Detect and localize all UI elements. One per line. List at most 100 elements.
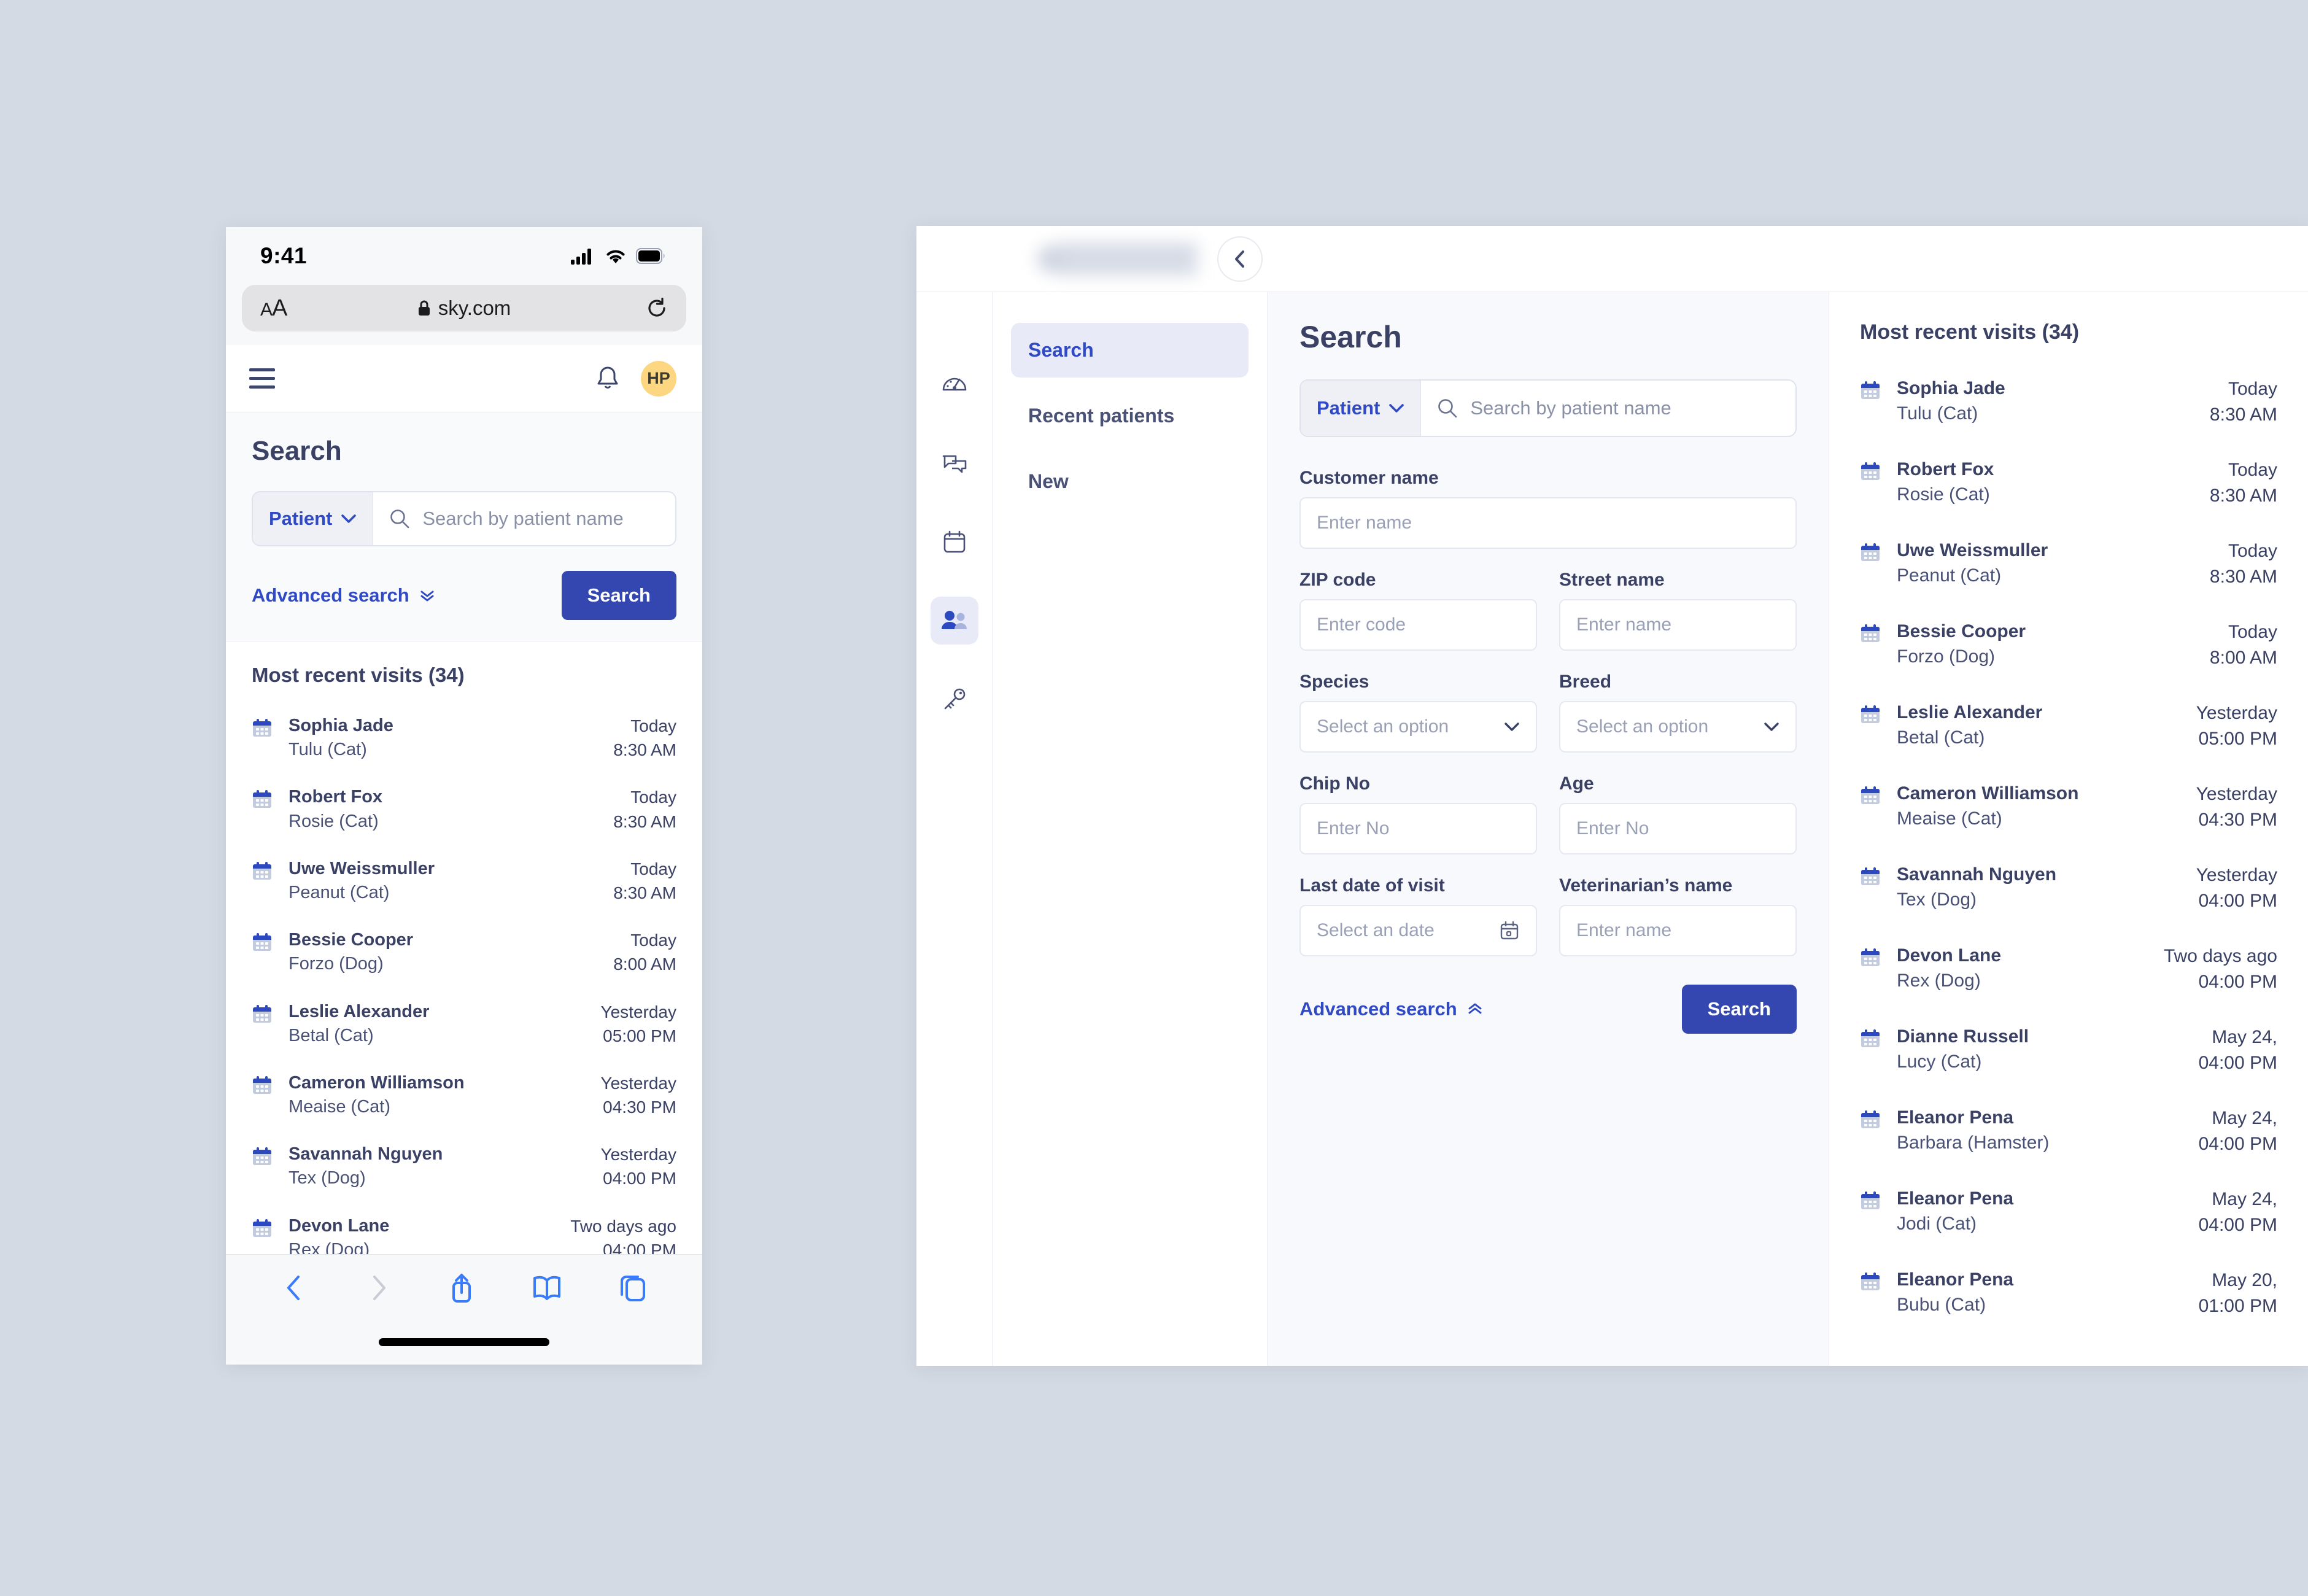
visit-row[interactable]: Devon Lane Rex (Dog) Two days ago 04:00 PM bbox=[1860, 932, 2277, 1013]
field-customer-name: Customer name Enter name bbox=[1299, 468, 1797, 549]
visit-row[interactable]: Leslie Alexander Betal (Cat) Yesterday 05:0… bbox=[1860, 689, 2277, 770]
visit-row[interactable]: Bessie Cooper Forzo (Dog) Today 8:00 AM bbox=[1860, 608, 2277, 689]
visit-row[interactable]: Bessie Cooper Forzo (Dog) Today 8:00 AM bbox=[252, 920, 676, 991]
tabs-icon[interactable] bbox=[618, 1272, 648, 1304]
visit-owner-name: Eleanor Pena bbox=[1897, 1107, 2014, 1128]
search-type-label: Patient bbox=[1317, 397, 1381, 419]
calendar-icon bbox=[1861, 786, 1880, 804]
desktop-header bbox=[916, 226, 2308, 292]
visit-pet-name: Betal (Cat) bbox=[288, 1025, 374, 1045]
desktop-body: Search Recent patients New Search Patien… bbox=[916, 292, 2308, 1366]
visit-row[interactable]: Dianne Russell Lucy (Cat) May 24, 04:00 PM bbox=[1860, 1013, 2277, 1094]
visit-time: 8:30 AM bbox=[613, 883, 676, 902]
search-input[interactable]: Search by patient name bbox=[1421, 381, 1795, 436]
notification-bell-icon[interactable] bbox=[594, 365, 621, 393]
chevron-left-icon[interactable] bbox=[281, 1272, 309, 1304]
field-label: Veterinarian’s name bbox=[1559, 875, 1733, 896]
search-type-dropdown[interactable]: Patient bbox=[1301, 381, 1422, 436]
visit-timestamp: May 24, 04:00 PM bbox=[2199, 1187, 2277, 1238]
mobile-browser-chrome: AA sky.com bbox=[226, 285, 702, 345]
visit-day: Yesterday bbox=[2196, 784, 2277, 804]
field-label: Customer name bbox=[1299, 468, 1439, 488]
search-button[interactable]: Search bbox=[561, 571, 676, 620]
visit-time: 04:00 PM bbox=[603, 1169, 676, 1188]
field-label: Age bbox=[1559, 773, 1594, 794]
visit-pet-name: Tulu (Cat) bbox=[288, 740, 367, 760]
visit-details: Eleanor Pena Bubu (Cat) bbox=[1897, 1268, 2183, 1317]
visit-pet-name: Lucy (Cat) bbox=[1897, 1051, 1982, 1072]
breed-select[interactable]: Select an option bbox=[1559, 701, 1797, 753]
desktop-app-window: Search Recent patients New Search Patien… bbox=[916, 226, 2308, 1366]
visit-details: Cameron Williamson Meaise (Cat) bbox=[288, 1071, 585, 1119]
visit-row[interactable]: Cameron Williamson Meaise (Cat) Yesterday 0… bbox=[252, 1063, 676, 1134]
visit-row[interactable]: Sophia Jade Tulu (Cat) Today 8:30 AM bbox=[1860, 365, 2277, 446]
calendar-icon bbox=[253, 719, 271, 737]
search-type-dropdown[interactable]: Patient bbox=[253, 492, 374, 545]
calendar-icon bbox=[1860, 619, 1881, 644]
veterinarian-name-input[interactable]: Enter name bbox=[1559, 905, 1797, 956]
address-bar[interactable]: AA sky.com bbox=[242, 285, 686, 331]
mobile-status-bar: 9:41 bbox=[226, 227, 702, 285]
zip-code-input[interactable]: Enter code bbox=[1299, 599, 1537, 651]
visit-row[interactable]: Sophia Jade Tulu (Cat) Today 8:30 AM bbox=[252, 705, 676, 777]
visit-row[interactable]: Robert Fox Rosie (Cat) Today 8:30 AM bbox=[252, 777, 676, 848]
visit-pet-name: Tex (Dog) bbox=[1897, 889, 1977, 910]
avatar[interactable]: HP bbox=[641, 360, 676, 397]
calendar-icon bbox=[1861, 1110, 1880, 1128]
visit-day: Yesterday bbox=[600, 1002, 677, 1021]
advanced-search-toggle[interactable]: Advanced search bbox=[252, 584, 435, 606]
visit-row[interactable]: Robert Fox Rosie (Cat) Today 8:30 AM bbox=[1860, 446, 2277, 527]
visit-day: Today bbox=[630, 931, 676, 950]
back-button[interactable] bbox=[1217, 236, 1263, 282]
visit-time: 04:30 PM bbox=[2198, 810, 2277, 830]
rail-item-calendar[interactable] bbox=[931, 518, 978, 566]
lock-icon bbox=[417, 300, 431, 317]
visit-time: 04:00 PM bbox=[2198, 1134, 2277, 1154]
visit-row[interactable]: Eleanor Pena Barbara (Hamster) May 24, 04:0… bbox=[1860, 1094, 2277, 1176]
visit-row[interactable]: Leslie Alexander Betal (Cat) Yesterday 05:0… bbox=[252, 991, 676, 1063]
calendar-icon bbox=[252, 1000, 273, 1025]
book-icon[interactable] bbox=[531, 1273, 563, 1303]
subnav-item-recent-patients[interactable]: Recent patients bbox=[1011, 389, 1249, 443]
chip-no-input[interactable]: Enter No bbox=[1299, 803, 1537, 854]
visit-day: May 24, bbox=[2212, 1108, 2277, 1128]
visit-row[interactable]: Uwe Weissmuller Peanut (Cat) Today 8:30 AM bbox=[252, 848, 676, 920]
visit-row[interactable]: Eleanor Pena Bubu (Cat) May 20, 01:00 PM bbox=[1860, 1257, 2277, 1338]
customer-name-input[interactable]: Enter name bbox=[1299, 497, 1797, 549]
field-row-visit-vet: Last date of visit Select an date Veteri… bbox=[1299, 875, 1797, 956]
visit-row[interactable]: Savannah Nguyen Tex (Dog) Yesterday 04:00 P… bbox=[1860, 851, 2277, 932]
app-logo bbox=[1015, 242, 1217, 276]
subnav-item-new[interactable]: New bbox=[1011, 454, 1249, 509]
street-name-input[interactable]: Enter name bbox=[1559, 599, 1797, 651]
search-input-placeholder: Search by patient name bbox=[1470, 397, 1671, 419]
calendar-icon bbox=[252, 1071, 273, 1096]
share-icon[interactable] bbox=[447, 1271, 476, 1305]
advanced-search-toggle[interactable]: Advanced search bbox=[1299, 998, 1483, 1020]
visit-row[interactable]: Eleanor Pena Jodi (Cat) May 24, 04:00 PM bbox=[1860, 1176, 2277, 1257]
search-button[interactable]: Search bbox=[1681, 985, 1797, 1034]
subnav-item-search[interactable]: Search bbox=[1011, 323, 1249, 378]
rail-item-patients[interactable] bbox=[930, 597, 978, 645]
visit-details: Sophia Jade Tulu (Cat) bbox=[1897, 376, 2194, 426]
search-input[interactable]: Search by patient name bbox=[373, 492, 675, 545]
rail-item-access[interactable] bbox=[931, 675, 978, 723]
visit-row[interactable]: Uwe Weissmuller Peanut (Cat) Today 8:30 AM bbox=[1860, 527, 2277, 608]
chevron-down-icon bbox=[1388, 403, 1404, 413]
visit-row[interactable]: Savannah Nguyen Tex (Dog) Yesterday 04:00 P… bbox=[252, 1134, 676, 1205]
visit-day: Today bbox=[2228, 379, 2277, 399]
age-input[interactable]: Enter No bbox=[1559, 803, 1797, 854]
field-age: Age Enter No bbox=[1559, 773, 1797, 854]
visit-day: Yesterday bbox=[2196, 703, 2277, 723]
rail-item-dashboard[interactable] bbox=[931, 361, 978, 409]
visit-row[interactable]: Cameron Williamson Meaise (Cat) Yesterday 0… bbox=[1860, 770, 2277, 851]
visit-time: 04:30 PM bbox=[603, 1098, 676, 1117]
visit-owner-name: Robert Fox bbox=[288, 787, 383, 807]
species-select[interactable]: Select an option bbox=[1299, 701, 1537, 753]
visit-pet-name: Forzo (Dog) bbox=[1897, 646, 1996, 667]
hamburger-menu-icon[interactable] bbox=[249, 368, 275, 389]
speedometer-icon bbox=[941, 371, 968, 398]
rail-item-messages[interactable] bbox=[931, 440, 978, 487]
last-visit-date-picker[interactable]: Select an date bbox=[1299, 905, 1537, 956]
calendar-icon bbox=[253, 1147, 271, 1166]
calendar-icon bbox=[252, 785, 273, 810]
